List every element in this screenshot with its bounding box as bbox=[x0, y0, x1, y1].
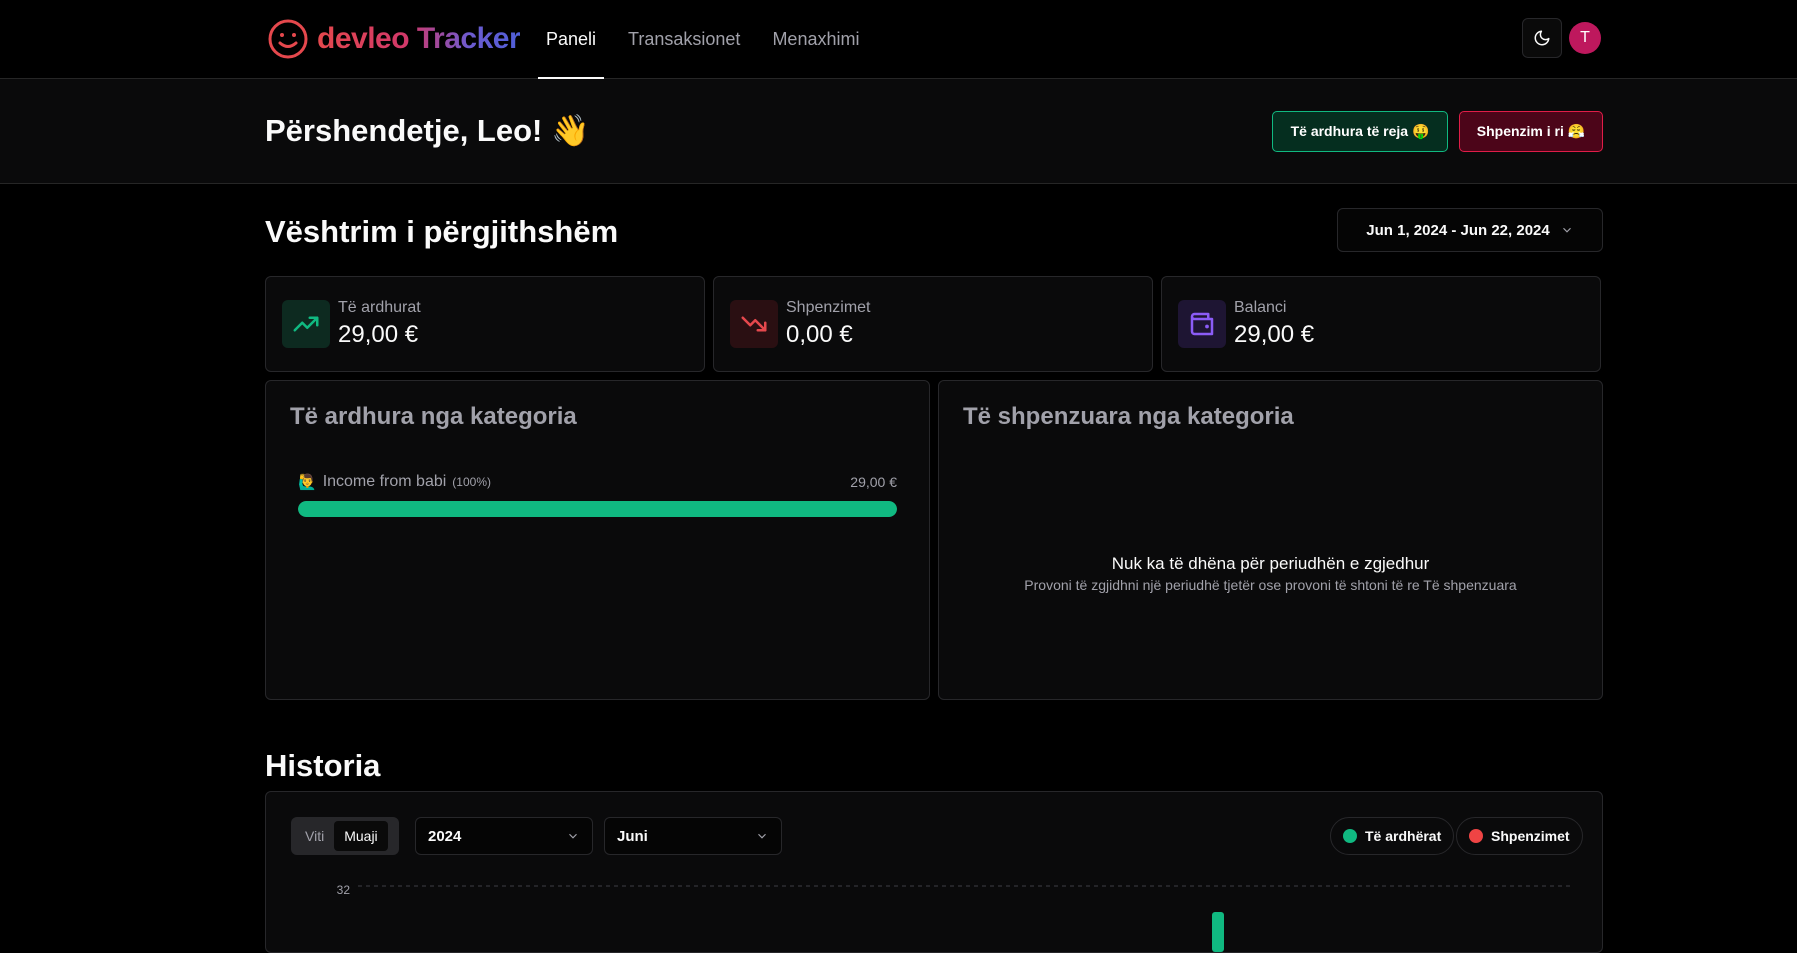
empty-state-title: Nuk ka të dhëna për periudhën e zgjedhur bbox=[1111, 554, 1430, 573]
stat-value: 0,00 € bbox=[786, 321, 853, 348]
stat-label: Shpenzimet bbox=[786, 299, 871, 316]
expense-by-category-panel: Të shpenzuara nga kategoria Nuk ka të dh… bbox=[938, 380, 1603, 700]
income-by-category-panel: Të ardhura nga kategoria 🙋‍♂️ Income fro… bbox=[265, 380, 930, 700]
stat-label: Balanci bbox=[1234, 299, 1287, 316]
stat-card-expenses: Shpenzimet 0,00 € bbox=[713, 276, 1153, 372]
new-expense-button[interactable]: Shpenzim i ri 😤 bbox=[1459, 111, 1603, 152]
category-name: Income from babi bbox=[322, 473, 447, 490]
history-card: Viti Muaji 2024 Juni Të ardhërat Shpenzi… bbox=[265, 791, 1603, 953]
app-logo[interactable]: devleo Tracker bbox=[267, 18, 521, 60]
y-tick-label: 32 bbox=[337, 883, 351, 897]
date-range-picker[interactable]: Jun 1, 2024 - Jun 22, 2024 bbox=[1337, 208, 1603, 252]
date-range-text: Jun 1, 2024 - Jun 22, 2024 bbox=[1366, 221, 1550, 239]
stat-card-balance: Balanci 29,00 € bbox=[1161, 276, 1601, 372]
stat-value: 29,00 € bbox=[1234, 321, 1315, 348]
category-amount: 29,00 € bbox=[850, 474, 897, 490]
category-progress-track bbox=[298, 501, 897, 517]
panel-title: Të ardhura nga kategoria bbox=[290, 403, 577, 430]
stat-label: Të ardhurat bbox=[338, 299, 421, 316]
trending-down-icon bbox=[730, 300, 778, 348]
history-chart: 32 bbox=[337, 883, 1572, 952]
trending-up-icon bbox=[282, 300, 330, 348]
theme-toggle-button[interactable] bbox=[1522, 18, 1562, 58]
stat-card-income: Të ardhurat 29,00 € bbox=[265, 276, 705, 372]
stat-value: 29,00 € bbox=[338, 321, 419, 348]
income-bar[interactable] bbox=[1212, 912, 1224, 952]
new-income-button[interactable]: Të ardhura të reja 🤑 bbox=[1272, 111, 1448, 152]
nav-transaksionet[interactable]: Transaksionet bbox=[620, 0, 748, 78]
history-title: Historia bbox=[265, 748, 381, 783]
category-progress-fill bbox=[298, 501, 897, 517]
category-emoji: 🙋‍♂️ bbox=[298, 474, 317, 491]
nav-links: Paneli Transaksionet Menaxhimi bbox=[538, 0, 883, 79]
overview-title: Vështrim i përgjithshëm bbox=[265, 214, 619, 249]
moon-icon bbox=[1534, 30, 1550, 46]
user-avatar[interactable]: T bbox=[1569, 22, 1601, 54]
nav-menaxhimi[interactable]: Menaxhimi bbox=[764, 0, 867, 78]
app-name: devleo Tracker bbox=[317, 22, 521, 55]
panel-title: Të shpenzuara nga kategoria bbox=[963, 403, 1294, 430]
smiley-logo-icon bbox=[268, 19, 308, 59]
nav-paneli[interactable]: Paneli bbox=[538, 0, 605, 79]
wallet-icon bbox=[1178, 300, 1226, 348]
greeting-title: Përshendetje, Leo! 👋 bbox=[265, 113, 590, 148]
chevron-down-icon bbox=[1562, 227, 1571, 233]
empty-state-subtitle: Provoni të zgjidhni një periudhë tjetër … bbox=[1024, 577, 1517, 593]
category-percent: (100%) bbox=[452, 475, 491, 489]
category-row[interactable]: 🙋‍♂️ Income from babi (100%) 29,00 € bbox=[298, 473, 897, 517]
